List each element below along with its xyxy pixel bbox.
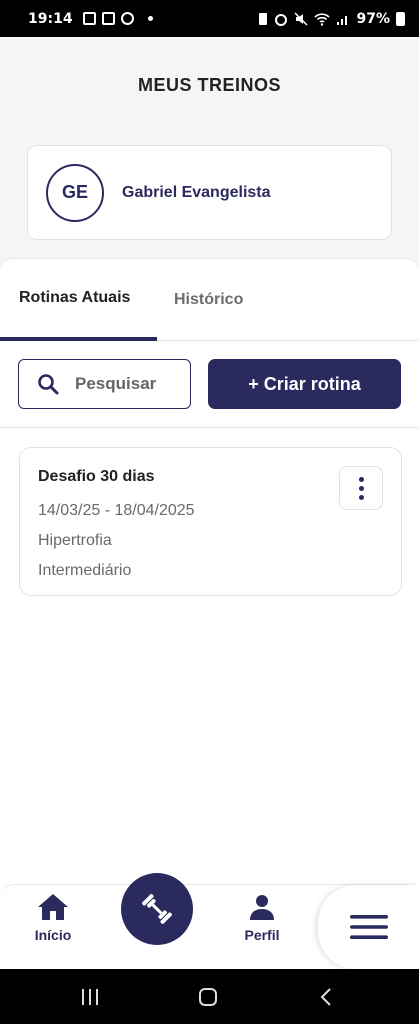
kebab-dot <box>358 485 364 491</box>
kebab-dot <box>358 494 364 500</box>
tab-current-routines[interactable]: Rotinas Atuais <box>0 259 157 341</box>
hamburger-menu-icon <box>349 915 388 939</box>
back-chevron-icon <box>320 987 331 1006</box>
dumbbell-icon <box>142 894 172 924</box>
nav-home-label: Início <box>34 927 72 943</box>
kebab-dot <box>358 476 364 482</box>
mute-icon <box>294 11 309 26</box>
user-icon <box>250 895 274 920</box>
search-input[interactable] <box>75 374 180 394</box>
routine-title: Desafio 30 dias <box>38 468 155 485</box>
recent-apps-button[interactable] <box>60 969 120 1024</box>
page-title: MEUS TREINOS <box>137 75 281 95</box>
menu-button[interactable] <box>318 885 419 969</box>
routine-goal: Hipertrofia <box>38 532 112 549</box>
tab-history[interactable]: Histórico <box>174 259 243 341</box>
routine-level: Intermediário <box>38 562 132 579</box>
status-bar: 19:14 97% <box>0 0 419 37</box>
wifi-icon <box>314 12 331 26</box>
tab-bar: Rotinas Atuais Histórico <box>0 259 419 341</box>
signal-icon <box>337 15 348 25</box>
battery-icon <box>396 11 405 26</box>
routine-dates: 14/03/25 - 18/04/2025 <box>38 502 195 519</box>
home-icon <box>38 894 68 920</box>
bottom-nav: Início Perfil <box>0 873 419 969</box>
toolbar: + Criar rotina <box>18 359 401 409</box>
content-panel: Rotinas Atuais Histórico + Criar rotina … <box>0 258 419 898</box>
status-time: 19:14 <box>28 10 73 27</box>
workout-button[interactable] <box>121 873 193 945</box>
home-system-button[interactable] <box>178 969 238 1024</box>
recent-apps-icon <box>82 988 98 1005</box>
home-circle-icon <box>199 987 217 1006</box>
battery-percentage: 97% <box>356 10 390 27</box>
nav-profile[interactable]: Perfil <box>238 893 286 943</box>
profile-card: GE Gabriel Evangelista <box>27 145 392 240</box>
nav-profile-label: Perfil <box>244 927 280 943</box>
search-box[interactable] <box>18 359 191 409</box>
more-vertical-icon[interactable] <box>339 466 383 510</box>
back-button[interactable] <box>296 969 356 1024</box>
gallery-notification-icon <box>82 12 96 25</box>
whatsapp-notification-icon <box>120 12 134 25</box>
divider <box>0 427 419 428</box>
system-nav-bar <box>0 969 419 1024</box>
search-icon <box>37 373 59 395</box>
avatar: GE <box>46 163 104 222</box>
nav-home[interactable]: Início <box>30 893 76 943</box>
create-routine-button[interactable]: + Criar rotina <box>208 359 401 409</box>
more-notifications-dot-icon <box>147 16 153 21</box>
routine-card[interactable]: Desafio 30 dias 14/03/25 - 18/04/2025 Hi… <box>19 447 402 596</box>
alarm-icon <box>275 13 288 26</box>
instagram-notification-icon <box>101 12 115 25</box>
profile-name: Gabriel Evangelista <box>122 183 271 201</box>
status-right: 97% <box>258 11 405 27</box>
status-left: 19:14 <box>28 11 153 27</box>
battery-saver-icon <box>259 12 268 25</box>
